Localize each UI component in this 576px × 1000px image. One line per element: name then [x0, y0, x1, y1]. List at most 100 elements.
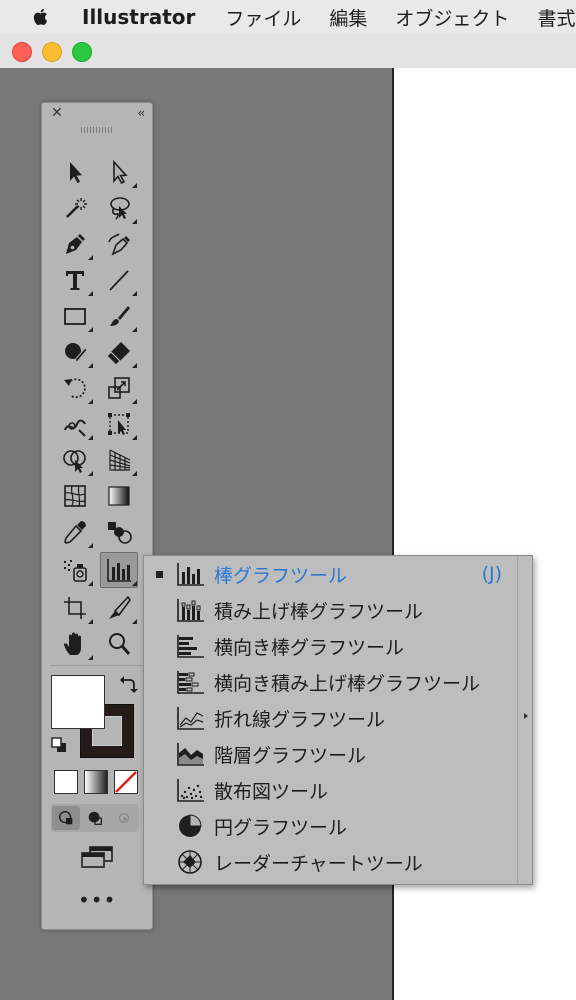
draw-normal-button[interactable] [52, 806, 80, 830]
slice-tool[interactable] [101, 591, 137, 625]
line-segment-tool[interactable] [101, 263, 137, 297]
tearoff-arrow-icon [524, 713, 528, 719]
shape-builder-tool[interactable] [57, 443, 93, 477]
swap-fill-stroke-icon[interactable] [118, 675, 138, 695]
shaper-tool[interactable] [57, 335, 93, 369]
selected-bullet-icon [156, 570, 163, 578]
direct-selection-tool[interactable] [101, 155, 137, 189]
eraser-tool[interactable] [101, 335, 137, 369]
shape-builder-icon [63, 450, 86, 473]
tools-panel-header[interactable]: ✕ ‹‹ [42, 103, 152, 123]
gradient-mode-button[interactable] [84, 770, 108, 794]
screen-mode-icon [81, 846, 113, 868]
perspective-grid-tool[interactable] [101, 443, 137, 477]
paintbrush-tool[interactable] [101, 299, 137, 333]
screen-mode-button[interactable] [78, 843, 116, 871]
none-mode-button[interactable] [114, 770, 138, 794]
draw-behind-button[interactable] [81, 806, 109, 830]
pen-tool[interactable] [57, 227, 93, 261]
flyout-item-bar-graph[interactable]: 棒グラフツール (J) [144, 556, 516, 592]
pie-graph-icon [175, 813, 205, 839]
apple-menu-icon[interactable] [32, 6, 50, 28]
flyout-item-line-graph[interactable]: 折れ線グラフツール [144, 700, 516, 736]
bar-graph-tool[interactable] [100, 552, 138, 588]
symbol-sprayer-tool[interactable] [57, 553, 93, 587]
panel-divider [50, 665, 144, 666]
flyout-item-label: 横向き棒グラフツール [214, 636, 405, 659]
line-segment-icon [109, 270, 129, 291]
magic-wand-icon [66, 198, 87, 218]
flyout-item-horizontal-bar-graph[interactable]: 横向き棒グラフツール [144, 628, 516, 664]
panel-grip[interactable] [81, 127, 113, 133]
artboard-tool[interactable] [57, 591, 93, 625]
minimize-window-button[interactable] [42, 42, 62, 62]
color-mode-button[interactable] [54, 770, 78, 794]
menu-type[interactable]: 書式 [537, 4, 575, 31]
rotate-icon [64, 378, 86, 399]
flyout-item-label: 積み上げ棒グラフツール [214, 600, 424, 623]
free-transform-tool[interactable] [101, 407, 137, 441]
bar-graph-icon [107, 559, 131, 582]
rotate-tool[interactable] [57, 371, 93, 405]
slice-knife-icon [109, 595, 131, 619]
flyout-item-stacked-horizontal-bar-graph[interactable]: 横向き積み上げ棒グラフツール [144, 664, 516, 700]
hand-tool[interactable] [57, 627, 93, 661]
app-name-menu[interactable]: Illustrator [82, 5, 195, 29]
zoom-window-button[interactable] [72, 42, 92, 62]
draw-inside-button[interactable] [110, 806, 138, 830]
blend-icon [108, 522, 132, 544]
free-transform-icon [108, 413, 130, 435]
zoom-tool[interactable] [101, 627, 137, 661]
gradient-tool[interactable] [101, 479, 137, 513]
lasso-tool[interactable] [101, 191, 137, 225]
bar-graph-icon [175, 561, 205, 587]
curvature-tool[interactable] [101, 227, 137, 261]
none-slash-icon [115, 771, 137, 793]
menu-file[interactable]: ファイル [225, 4, 301, 31]
default-fill-stroke-icon[interactable] [51, 737, 67, 753]
flyout-tearoff-strip[interactable] [517, 556, 532, 884]
direct-selection-arrow-icon [113, 159, 128, 185]
menu-bar: Illustrator ファイル 編集 オブジェクト 書式 [0, 0, 576, 34]
menu-edit[interactable]: 編集 [329, 4, 367, 31]
edit-toolbar-button[interactable]: ••• [78, 890, 116, 913]
flyout-item-label: 棒グラフツール [214, 564, 348, 587]
scale-icon [108, 377, 130, 399]
mesh-icon [64, 485, 86, 507]
magnifier-icon [109, 633, 131, 655]
artboard-icon [64, 597, 86, 619]
paintbrush-icon [110, 306, 130, 326]
rectangle-icon [64, 308, 86, 325]
flyout-item-scatter-graph[interactable]: 散布図ツール [144, 772, 516, 808]
flyout-item-radar-graph[interactable]: レーダーチャートツール [144, 844, 516, 880]
rectangle-tool[interactable] [57, 299, 93, 333]
eraser-icon [106, 342, 130, 366]
scatter-graph-icon [175, 777, 205, 803]
mesh-tool[interactable] [57, 479, 93, 513]
window-title-bar [0, 34, 576, 69]
flyout-item-area-graph[interactable]: 階層グラフツール [144, 736, 516, 772]
draw-behind-icon [88, 811, 102, 825]
perspective-grid-icon [109, 449, 131, 471]
flyout-item-label: 散布図ツール [214, 780, 329, 803]
close-window-button[interactable] [12, 42, 32, 62]
scale-tool[interactable] [101, 371, 137, 405]
tools-panel: ✕ ‹‹ ••• [41, 102, 153, 930]
eyedropper-tool[interactable] [57, 515, 93, 549]
type-tool[interactable] [57, 263, 93, 297]
magic-wand-tool[interactable] [57, 191, 93, 225]
lasso-icon [110, 197, 130, 220]
fill-color-swatch[interactable] [51, 675, 105, 729]
selection-tool[interactable] [57, 155, 93, 189]
menu-object[interactable]: オブジェクト [395, 4, 509, 31]
draw-normal-icon [58, 810, 73, 825]
flyout-item-pie-graph[interactable]: 円グラフツール [144, 808, 516, 844]
close-panel-icon[interactable]: ✕ [51, 105, 63, 121]
flyout-item-label: 横向き積み上げ棒グラフツール [214, 672, 481, 695]
warp-tool[interactable] [57, 407, 93, 441]
shortcut-label: (J) [481, 563, 502, 585]
blend-tool[interactable] [101, 515, 137, 549]
radar-graph-icon [175, 849, 205, 875]
collapse-panel-icon[interactable]: ‹‹ [137, 105, 144, 121]
flyout-item-stacked-bar-graph[interactable]: 積み上げ棒グラフツール [144, 592, 516, 628]
